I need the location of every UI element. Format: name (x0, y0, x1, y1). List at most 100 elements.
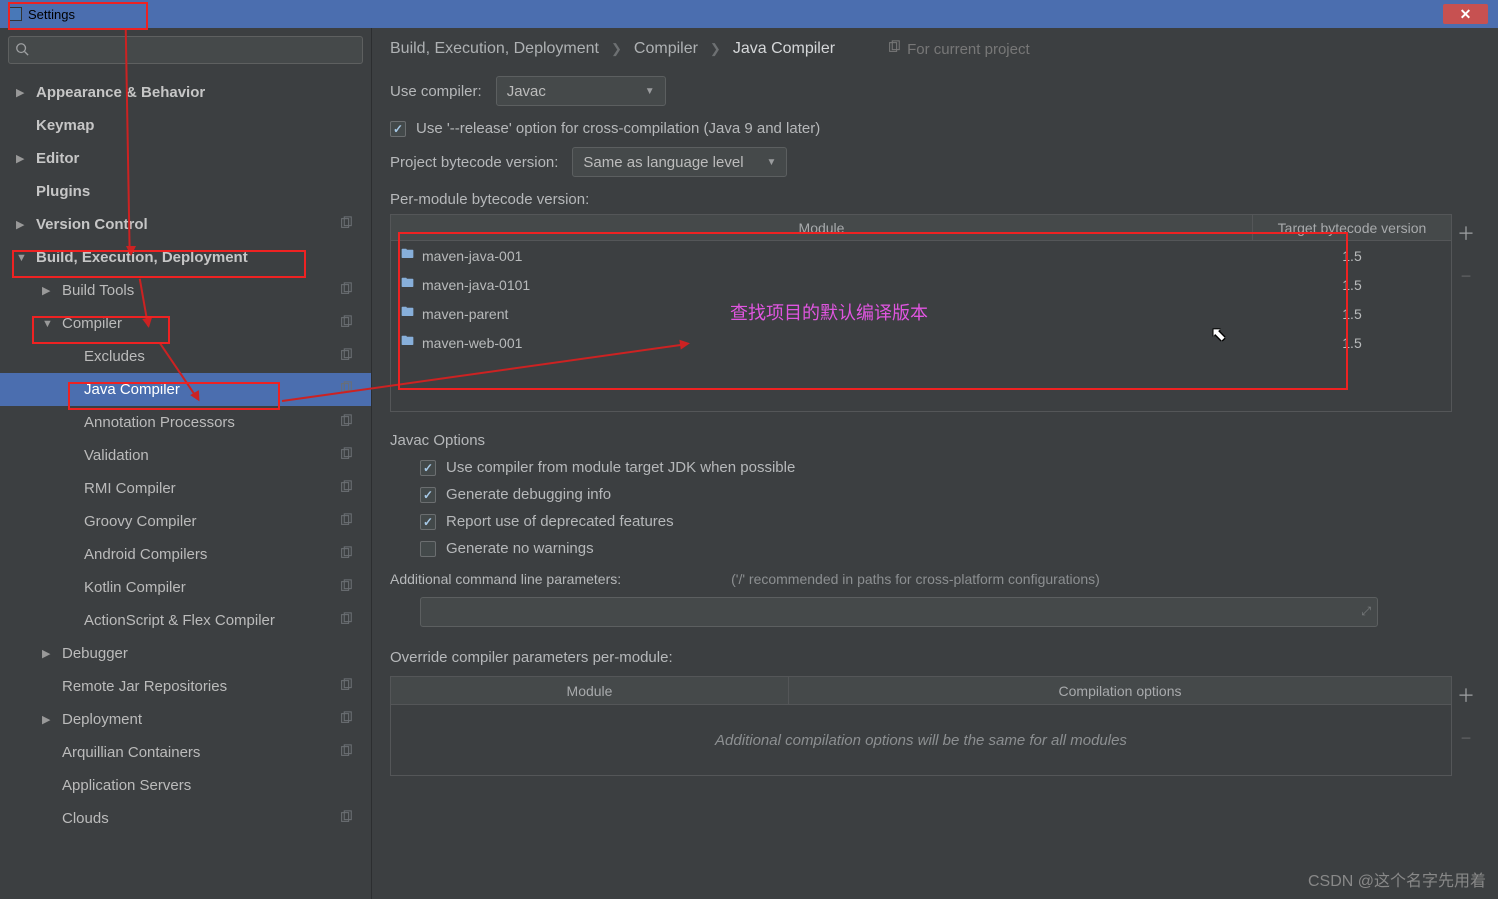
folder-icon: 🖿 (401, 245, 414, 267)
project-bytecode-select[interactable]: Same as language level ▼ (572, 147, 787, 177)
sidebar-item[interactable]: Application Servers (0, 769, 371, 802)
table-row[interactable]: 🖿maven-web-0011.5 (391, 328, 1451, 357)
sidebar-item-label: Remote Jar Repositories (62, 678, 227, 695)
target-column-header[interactable]: Target bytecode version (1253, 215, 1451, 240)
titlebar: Settings ✕ (0, 0, 1498, 28)
sidebar-item[interactable]: Keymap (0, 109, 371, 142)
sidebar-item[interactable]: RMI Compiler (0, 472, 371, 505)
sidebar-item-label: Plugins (36, 183, 90, 200)
folder-icon: 🖿 (401, 332, 414, 354)
sidebar-item-label: Application Servers (62, 777, 191, 794)
sidebar-item-label: Debugger (62, 645, 128, 662)
use-compiler-value: Javac (507, 83, 546, 100)
sidebar-item[interactable]: Kotlin Compiler (0, 571, 371, 604)
override-table: Module Compilation options Additional co… (390, 676, 1452, 776)
tree-arrow-icon: ▶ (16, 86, 28, 99)
sidebar-item[interactable]: Remote Jar Repositories (0, 670, 371, 703)
project-bytecode-label: Project bytecode version: (390, 154, 558, 171)
sidebar-item[interactable]: Excludes (0, 340, 371, 373)
sidebar-item[interactable]: ▶ Debugger (0, 637, 371, 670)
sidebar-item-label: Annotation Processors (84, 414, 235, 431)
sidebar-item[interactable]: ▶ Appearance & Behavior (0, 76, 371, 109)
table-row[interactable]: 🖿 maven-java-001 1.5 (391, 241, 1451, 270)
sidebar-item-label: Build Tools (62, 282, 134, 299)
remove-override-button[interactable]: − (1461, 728, 1472, 749)
breadcrumb-note: For current project (907, 41, 1030, 58)
project-bytecode-value: Same as language level (583, 154, 743, 171)
tree-arrow-icon: ▼ (16, 252, 28, 264)
sidebar-item[interactable]: Arquillian Containers (0, 736, 371, 769)
sidebar-item[interactable]: Android Compilers (0, 538, 371, 571)
settings-tree: ▶ Appearance & Behavior Keymap ▶ Editor Plugi… (0, 72, 371, 899)
opt-debug-checkbox[interactable] (420, 487, 436, 503)
tree-arrow-icon: ▶ (16, 152, 28, 165)
add-override-button[interactable]: ＋ (1457, 682, 1475, 708)
release-option-checkbox[interactable] (390, 121, 406, 137)
search-input[interactable] (35, 43, 356, 58)
chevron-right-icon: ❯ (611, 41, 622, 57)
sidebar-item[interactable]: Plugins (0, 175, 371, 208)
breadcrumb-item[interactable]: Build, Execution, Deployment (390, 40, 599, 58)
settings-search[interactable] (8, 36, 363, 64)
copy-icon (339, 546, 353, 563)
sidebar-item-label: Java Compiler (84, 381, 180, 398)
target-cell[interactable]: 1.5 (1253, 335, 1451, 351)
sidebar-item[interactable]: Clouds (0, 802, 371, 835)
copy-icon (339, 216, 353, 233)
sidebar-item-label: Appearance & Behavior (36, 84, 205, 101)
opt-nowarn-checkbox[interactable] (420, 541, 436, 557)
add-module-button[interactable]: ＋ (1457, 220, 1475, 246)
remove-module-button[interactable]: − (1461, 266, 1472, 287)
copy-icon (339, 480, 353, 497)
sidebar-item[interactable]: ActionScript & Flex Compiler (0, 604, 371, 637)
opt-target-jdk-checkbox[interactable] (420, 460, 436, 476)
target-cell[interactable]: 1.5 (1253, 248, 1451, 264)
module-cell: 🖿maven-java-0101 (391, 274, 1253, 296)
sidebar-item[interactable]: ▼Build, Execution, Deployment (0, 241, 371, 274)
cmdline-hint: ('/' recommended in paths for cross-plat… (731, 571, 1100, 587)
sidebar-item[interactable]: Validation (0, 439, 371, 472)
breadcrumb-item[interactable]: Compiler (634, 40, 698, 58)
table-row[interactable]: 🖿maven-java-01011.5 (391, 270, 1451, 299)
module-name: maven-java-001 (422, 248, 522, 264)
copy-icon (339, 348, 353, 365)
override-label: Override compiler parameters per-module: (390, 649, 1480, 666)
sidebar-item-label: Editor (36, 150, 79, 167)
sidebar-item[interactable]: ▼Compiler (0, 307, 371, 340)
folder-icon: 🖿 (401, 303, 414, 325)
copy-icon (339, 612, 353, 629)
sidebar-item[interactable]: Groovy Compiler (0, 505, 371, 538)
opt-deprecated-checkbox[interactable] (420, 514, 436, 530)
cmdline-input[interactable]: ⤢ (420, 597, 1378, 627)
sidebar-item[interactable]: ▶Build Tools (0, 274, 371, 307)
target-cell[interactable]: 1.5 (1253, 277, 1451, 293)
sidebar-item[interactable]: Java Compiler (0, 373, 371, 406)
use-compiler-select[interactable]: Javac ▼ (496, 76, 666, 106)
sidebar-item[interactable]: ▶ Editor (0, 142, 371, 175)
target-cell[interactable]: 1.5 (1253, 306, 1451, 322)
module-cell: 🖿maven-web-001 (391, 332, 1253, 354)
folder-icon: 🖿 (401, 274, 414, 296)
table-row[interactable]: 🖿maven-parent1.5 (391, 299, 1451, 328)
copy-icon (887, 40, 901, 58)
window-close-button[interactable]: ✕ (1443, 4, 1488, 24)
javac-options-title: Javac Options (390, 432, 1480, 449)
override-options-header[interactable]: Compilation options (789, 677, 1451, 704)
sidebar-item[interactable]: ▶Version Control (0, 208, 371, 241)
override-module-header[interactable]: Module (391, 677, 789, 704)
copy-icon (339, 744, 353, 761)
settings-main: Build, Execution, Deployment ❯ Compiler … (372, 28, 1498, 899)
sidebar-item-label: Validation (84, 447, 149, 464)
module-column-header[interactable]: Module (391, 215, 1253, 240)
opt-debug-label: Generate debugging info (446, 486, 611, 503)
module-bytecode-table: Module Target bytecode version 🖿maven-ja… (390, 214, 1452, 412)
watermark: CSDN @这个名字先用着 (1308, 867, 1486, 891)
search-icon (15, 42, 29, 59)
expand-icon[interactable]: ⤢ (1361, 604, 1371, 619)
sidebar-item[interactable]: Annotation Processors (0, 406, 371, 439)
use-compiler-label: Use compiler: (390, 83, 482, 100)
breadcrumb: Build, Execution, Deployment ❯ Compiler … (390, 40, 1480, 58)
tree-arrow-icon: ▶ (42, 647, 54, 660)
sidebar-item[interactable]: ▶Deployment (0, 703, 371, 736)
sidebar-item-label: Android Compilers (84, 546, 207, 563)
